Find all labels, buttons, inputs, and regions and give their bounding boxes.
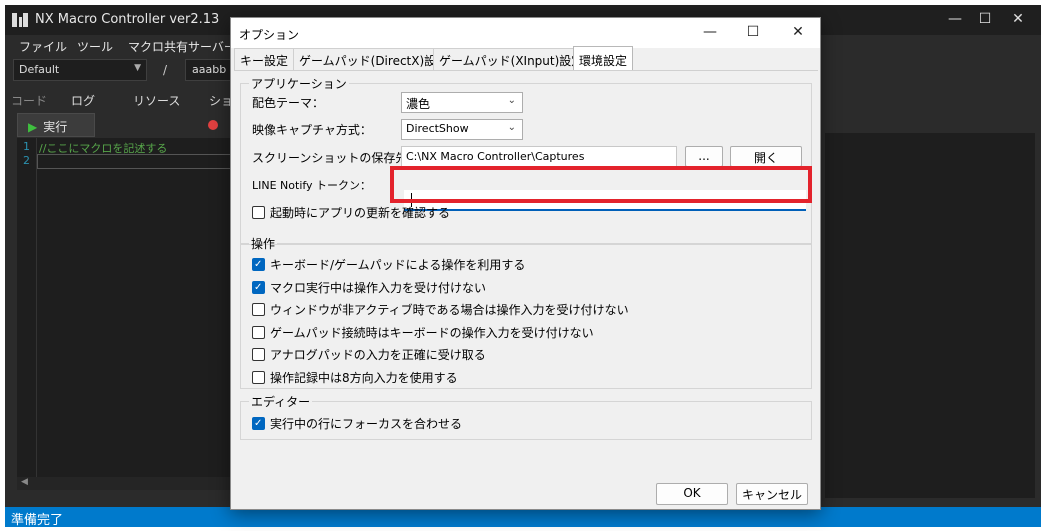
theme-label: 配色テーマ：	[252, 96, 325, 110]
capture-method-value: DirectShow	[406, 122, 469, 135]
capture-method-label: 映像キャプチャ方式：	[252, 123, 372, 137]
path-separator: /	[163, 63, 168, 77]
current-line-box	[37, 154, 237, 169]
operation-option-checkbox[interactable]: ウィンドウが非アクティブ時である場合は操作入力を受け付けない	[252, 300, 792, 318]
horizontal-scrollbar[interactable]: ◀	[17, 477, 237, 490]
play-icon: ▶	[28, 120, 38, 134]
tab-resources[interactable]: リソース	[133, 92, 180, 109]
checkbox-box[interactable]	[252, 206, 265, 219]
operation-option-checkbox[interactable]: キーボード/ゲームパッドによる操作を利用する	[252, 255, 792, 273]
environment-page: アプリケーション 配色テーマ： 濃色 ⌄ 映像キャプチャ方式： DirectSh…	[234, 70, 818, 470]
dialog-tab-bar: キー設定 ゲームパッド(DirectX)設定 ゲームパッド(XInput)設定 …	[234, 46, 820, 70]
main-close-button[interactable]: ✕	[1003, 11, 1033, 27]
checkbox-checked[interactable]	[252, 417, 265, 430]
menu-file[interactable]: ファイル	[19, 38, 67, 55]
cancel-button[interactable]: キャンセル	[736, 483, 808, 505]
options-dialog: オプション — ☐ ✕ キー設定 ゲームパッド(DirectX)設定 ゲームパッ…	[230, 17, 821, 510]
operation-option-label: ゲームパッド接続時はキーボードの操作入力を受け付けない	[270, 325, 594, 340]
operation-option-label: キーボード/ゲームパッドによる操作を利用する	[270, 258, 526, 272]
scroll-left-icon[interactable]: ◀	[21, 477, 28, 487]
tab-log[interactable]: ログ	[71, 92, 95, 109]
application-group-legend: アプリケーション	[251, 77, 347, 91]
checkbox-checked[interactable]	[252, 280, 265, 294]
tab-key-settings[interactable]: キー設定	[234, 48, 295, 70]
app-logo-icon	[12, 13, 28, 27]
tab-code[interactable]: コード	[11, 92, 47, 109]
theme-select[interactable]: 濃色 ⌄	[401, 92, 523, 113]
theme-value: 濃色	[406, 97, 431, 111]
operation-option-label: ウィンドウが非アクティブ時である場合は操作入力を受け付けない	[270, 303, 629, 317]
dialog-title-bar: オプション — ☐ ✕	[231, 18, 820, 48]
screenshot-path-label: スクリーンショットの保存先：	[252, 151, 420, 165]
status-text: 準備完了	[11, 513, 64, 527]
capture-method-select[interactable]: DirectShow ⌄	[401, 119, 523, 140]
run-label: 実行	[43, 120, 68, 134]
checkbox-unchecked[interactable]	[252, 325, 265, 339]
operation-option-checkbox[interactable]: 操作記録中は8方向入力を使用する	[252, 368, 792, 386]
editor-option-checkbox[interactable]: 実行中の行にフォーカスを合わせる	[252, 414, 792, 432]
record-icon[interactable]	[208, 120, 218, 130]
code-editor[interactable]	[17, 138, 237, 490]
status-bar: 準備完了	[5, 507, 1041, 527]
operation-option-checkbox[interactable]: マクロ実行中は操作入力を受け付けない	[252, 278, 792, 296]
profile-select[interactable]: Default ▼	[13, 59, 147, 81]
operation-option-label: マクロ実行中は操作入力を受け付けない	[270, 280, 487, 295]
update-check-checkbox[interactable]: 起動時にアプリの更新を確認する	[252, 203, 572, 221]
preview-panel	[825, 133, 1035, 498]
menu-tools[interactable]: ツール	[77, 38, 113, 55]
menu-macro-share-server[interactable]: マクロ共有サーバー	[128, 38, 236, 55]
editor-group-legend: エディター	[251, 395, 311, 409]
browse-button[interactable]: ...	[685, 146, 723, 167]
update-check-label: 起動時にアプリの更新を確認する	[270, 206, 451, 220]
open-folder-button[interactable]: 開く	[730, 146, 802, 167]
checkbox-checked[interactable]	[252, 258, 265, 271]
operation-group-legend: 操作	[251, 237, 276, 251]
ok-button[interactable]: OK	[656, 483, 728, 505]
dialog-close-button[interactable]: ✕	[783, 24, 813, 40]
chevron-down-icon: ⌄	[507, 95, 516, 106]
tab-gamepad-directx[interactable]: ゲームパッド(DirectX)設定	[293, 48, 455, 70]
editor-option-label: 実行中の行にフォーカスを合わせる	[270, 417, 463, 431]
main-minimize-button[interactable]: —	[940, 11, 970, 27]
app-title: NX Macro Controller ver2.13	[35, 12, 220, 27]
screenshot-path-input[interactable]: C:\NX Macro Controller\Captures	[401, 146, 677, 167]
profile-value: Default	[19, 63, 60, 76]
chevron-down-icon: ▼	[134, 63, 141, 73]
operation-option-checkbox[interactable]: アナログパッドの入力を正確に受け取る	[252, 345, 792, 363]
tab-environment[interactable]: 環境設定	[573, 46, 634, 70]
line-number: 1	[23, 140, 30, 153]
line-notify-token-label: LINE Notify トークン：	[252, 179, 372, 192]
operation-option-checkbox[interactable]: ゲームパッド接続時はキーボードの操作入力を受け付けない	[252, 323, 792, 341]
run-button[interactable]: ▶ 実行	[17, 113, 95, 137]
line-number-gutter	[17, 138, 37, 490]
operation-option-label: アナログパッドの入力を正確に受け取る	[270, 348, 486, 362]
checkbox-unchecked[interactable]	[252, 348, 265, 361]
checkbox-unchecked[interactable]	[252, 370, 265, 384]
highlight-box	[390, 166, 812, 203]
line-number: 2	[23, 154, 30, 167]
tab-gamepad-xinput[interactable]: ゲームパッド(XInput)設定	[433, 48, 590, 70]
checkbox-unchecked[interactable]	[252, 303, 265, 316]
chevron-down-icon: ⌄	[507, 122, 516, 133]
operation-option-label: 操作記録中は8方向入力を使用する	[270, 370, 458, 385]
dialog-maximize-button[interactable]: ☐	[738, 24, 768, 40]
dialog-minimize-button[interactable]: —	[695, 24, 725, 40]
main-maximize-button[interactable]: ☐	[970, 11, 1000, 27]
dialog-title: オプション	[239, 28, 300, 42]
